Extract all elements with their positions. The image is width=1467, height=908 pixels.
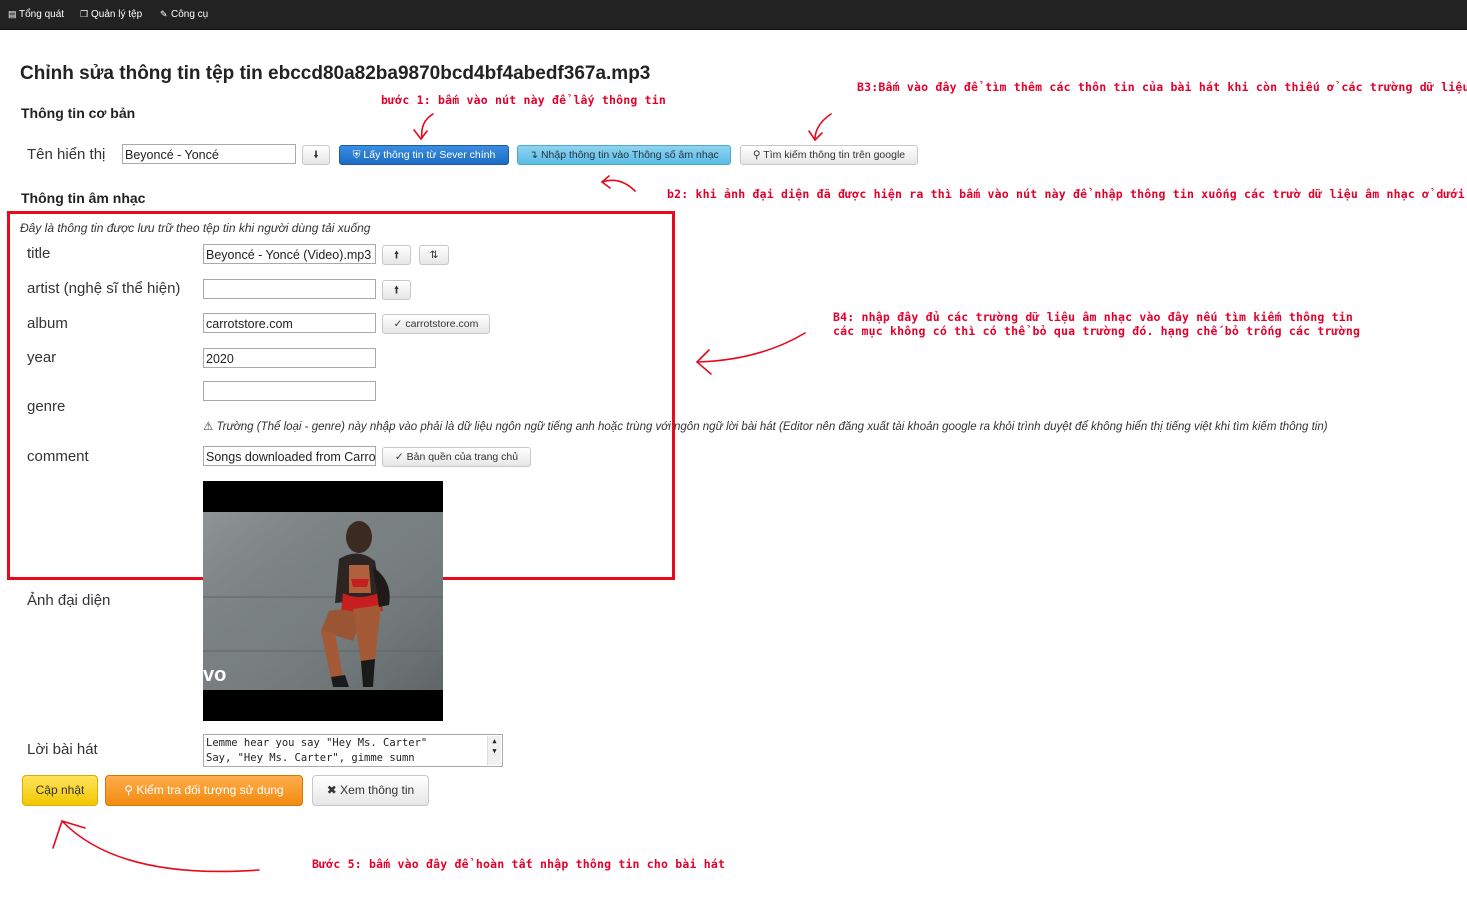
arrow-step3 xyxy=(814,113,832,139)
arrow-step5-head xyxy=(52,820,86,849)
annotation-arrows xyxy=(52,113,832,873)
arrow-step1 xyxy=(420,113,434,139)
arrow-step4 xyxy=(697,332,806,363)
arrow-step2-head xyxy=(600,175,611,189)
arrow-step5 xyxy=(62,821,260,873)
arrow-step1-head xyxy=(413,129,428,141)
